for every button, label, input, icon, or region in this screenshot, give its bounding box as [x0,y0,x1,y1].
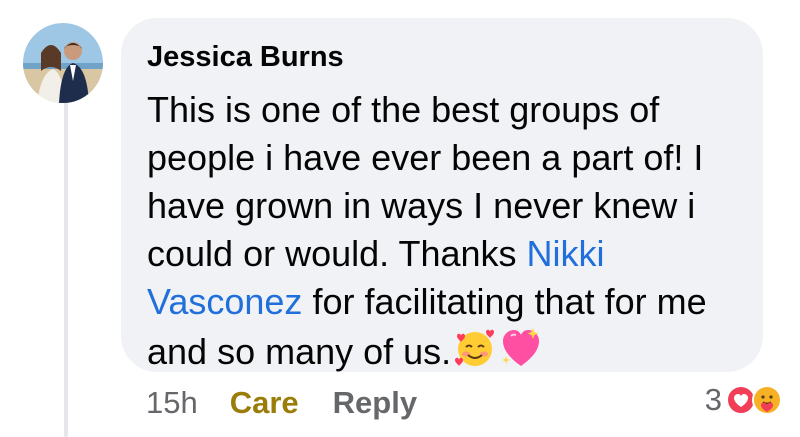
thread-line [64,102,68,437]
reaction-summary[interactable]: 3 [705,382,782,418]
comment-author[interactable]: Jessica Burns [147,40,737,74]
comment-bubble: Jessica Burns This is one of the best gr… [121,18,763,372]
avatar[interactable] [23,23,103,103]
comment-timestamp[interactable]: 15h [146,380,198,426]
reply-button[interactable]: Reply [333,380,417,426]
comment-text: This is one of the best groups of people… [147,86,737,376]
comment-actions: 15h Care Reply [146,380,417,426]
care-reaction-button[interactable]: Care [230,380,299,426]
comment-text-start: This is one of the best groups of people… [147,89,704,274]
care-icon [752,385,782,415]
sparkling-heart-icon [499,326,543,370]
smiling-face-with-hearts-icon [453,326,497,370]
reaction-count: 3 [704,382,722,417]
